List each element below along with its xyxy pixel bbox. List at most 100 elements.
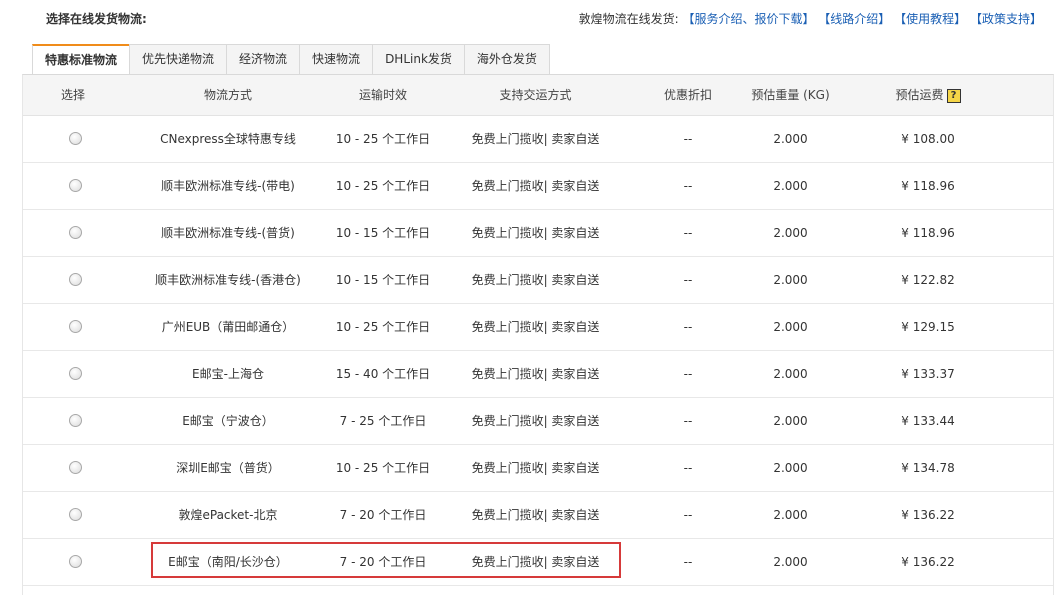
service-intro-link[interactable]: 【服务介绍、报价下载】 [682, 12, 814, 26]
links-prefix: 敦煌物流在线发货: [578, 12, 679, 26]
tab-economy-logistics[interactable]: 经济物流 [226, 44, 301, 74]
weight-cell: 2.000 [773, 414, 808, 428]
discount-cell: -- [683, 367, 693, 381]
help-icon[interactable]: ? [946, 88, 961, 103]
time-cell: 10 - 25 个工作日 [335, 320, 431, 334]
discount-cell: -- [683, 179, 693, 193]
tab-dhlink[interactable]: DHLink发货 [372, 44, 465, 74]
handover-cell: 免费上门揽收| 卖家自送 [471, 132, 600, 146]
policy-support-link[interactable]: 【政策支持】 [970, 12, 1042, 26]
fee-cell: ¥ 129.15 [901, 320, 955, 334]
route-intro-link[interactable]: 【线路介绍】 [818, 12, 890, 26]
section-title: 选择在线发货物流: [46, 12, 147, 26]
select-radio[interactable] [69, 273, 82, 286]
select-radio[interactable] [69, 320, 82, 333]
method-cell: E邮宝（南阳/长沙仓） [168, 555, 288, 569]
discount-cell: -- [683, 226, 693, 240]
select-radio[interactable] [69, 508, 82, 521]
table-row[interactable]: 顺丰欧洲标准专线-(带电) 10 - 25 个工作日 免费上门揽收| 卖家自送 -- 2… [23, 163, 1053, 210]
time-cell: 10 - 25 个工作日 [335, 132, 431, 146]
weight-cell: 2.000 [773, 367, 808, 381]
handover-cell: 免费上门揽收| 卖家自送 [471, 226, 600, 240]
select-radio[interactable] [69, 555, 82, 568]
table-row[interactable]: E邮宝（宁波仓） 7 - 25 个工作日 免费上门揽收| 卖家自送 -- 2.000 ¥ … [23, 398, 1053, 445]
fee-cell: ¥ 134.78 [901, 461, 955, 475]
method-cell: E邮宝-上海仓 [192, 367, 264, 381]
method-cell: 顺丰欧洲标准专线-(香港仓) [155, 273, 301, 287]
method-cell: CNexpress全球特惠专线 [160, 132, 296, 146]
col-fee: 预估运费? [843, 75, 1013, 115]
logistics-links-bar: 敦煌物流在线发货: 【服务介绍、报价下载】 【线路介绍】 【使用教程】 【政策支… [579, 10, 1042, 27]
method-cell: 顺丰欧洲标准专线-(普货) [161, 226, 295, 240]
time-cell: 7 - 20 个工作日 [339, 555, 427, 569]
fee-cell: ¥ 118.96 [901, 226, 955, 240]
tab-standard-logistics[interactable]: 特惠标准物流 [32, 44, 131, 76]
time-cell: 10 - 25 个工作日 [335, 179, 431, 193]
table-row[interactable]: E邮宝-上海仓 15 - 40 个工作日 免费上门揽收| 卖家自送 -- 2.000 ¥ … [23, 351, 1053, 398]
col-select: 选择 [60, 88, 85, 102]
time-cell: 10 - 25 个工作日 [335, 461, 431, 475]
tutorial-link[interactable]: 【使用教程】 [894, 12, 966, 26]
handover-cell: 免费上门揽收| 卖家自送 [471, 320, 600, 334]
select-radio[interactable] [69, 367, 82, 380]
fee-cell: ¥ 133.44 [901, 414, 955, 428]
tab-priority-express[interactable]: 优先快递物流 [129, 44, 228, 74]
table-row[interactable]: 顺丰欧洲标准专线-(香港仓) 10 - 15 个工作日 免费上门揽收| 卖家自送 --… [23, 257, 1053, 304]
handover-cell: 免费上门揽收| 卖家自送 [471, 367, 600, 381]
weight-cell: 2.000 [773, 508, 808, 522]
weight-cell: 2.000 [773, 461, 808, 475]
discount-cell: -- [683, 273, 693, 287]
top-bar: 选择在线发货物流: 敦煌物流在线发货: 【服务介绍、报价下载】 【线路介绍】 【… [0, 0, 1060, 36]
handover-cell: 免费上门揽收| 卖家自送 [471, 461, 600, 475]
table-header: 选择 物流方式 运输时效 支持交运方式 优惠折扣 预估重量 (KG) 预估运费? [23, 75, 1053, 116]
select-radio[interactable] [69, 132, 82, 145]
time-cell: 15 - 40 个工作日 [335, 367, 431, 381]
time-cell: 10 - 15 个工作日 [335, 273, 431, 287]
weight-cell: 2.000 [773, 179, 808, 193]
discount-cell: -- [683, 461, 693, 475]
weight-cell: 2.000 [773, 132, 808, 146]
handover-cell: 免费上门揽收| 卖家自送 [471, 555, 600, 569]
weight-cell: 2.000 [773, 226, 808, 240]
col-weight: 预估重量 (KG) [751, 88, 830, 102]
col-handover: 支持交运方式 [499, 88, 572, 102]
select-radio[interactable] [69, 226, 82, 239]
fee-cell: ¥ 136.22 [901, 555, 955, 569]
select-radio[interactable] [69, 179, 82, 192]
table-row[interactable]: E邮宝（南阳/长沙仓） 7 - 20 个工作日 免费上门揽收| 卖家自送 -- 2.00… [23, 539, 1053, 586]
tab-overseas-warehouse[interactable]: 海外仓发货 [463, 44, 550, 74]
method-cell: 广州EUB（莆田邮通仓） [161, 320, 295, 334]
fee-cell: ¥ 122.82 [901, 273, 955, 287]
weight-cell: 2.000 [773, 273, 808, 287]
method-cell: 敦煌ePacket-北京 [178, 508, 278, 522]
col-method: 物流方式 [203, 88, 252, 102]
col-discount: 优惠折扣 [663, 88, 712, 102]
select-radio[interactable] [69, 461, 82, 474]
discount-cell: -- [683, 320, 693, 334]
table-row[interactable]: 广州EUB（莆田邮通仓） 10 - 25 个工作日 免费上门揽收| 卖家自送 -- 2.… [23, 304, 1053, 351]
method-cell: 顺丰欧洲标准专线-(带电) [161, 179, 295, 193]
discount-cell: -- [683, 555, 693, 569]
col-time: 运输时效 [358, 88, 407, 102]
weight-cell: 2.000 [773, 555, 808, 569]
logistics-tabs: 特惠标准物流 优先快递物流 经济物流 快速物流 DHLink发货 海外仓发货 [32, 44, 550, 76]
tab-fast-logistics[interactable]: 快速物流 [299, 44, 374, 74]
logistics-table: 选择 物流方式 运输时效 支持交运方式 优惠折扣 预估重量 (KG) 预估运费?… [22, 74, 1054, 595]
discount-cell: -- [683, 414, 693, 428]
table-row[interactable]: 深圳E邮宝（普货） 10 - 25 个工作日 免费上门揽收| 卖家自送 -- 2.000… [23, 445, 1053, 492]
col-fee-label: 预估运费 [895, 88, 944, 102]
handover-cell: 免费上门揽收| 卖家自送 [471, 179, 600, 193]
handover-cell: 免费上门揽收| 卖家自送 [471, 273, 600, 287]
table-row[interactable]: 敦煌ePacket-北京 7 - 20 个工作日 免费上门揽收| 卖家自送 -- 2.0… [23, 492, 1053, 539]
table-row[interactable]: CNexpress全球特惠专线 10 - 25 个工作日 免费上门揽收| 卖家自送 -… [23, 116, 1053, 163]
time-cell: 10 - 15 个工作日 [335, 226, 431, 240]
fee-cell: ¥ 133.37 [901, 367, 955, 381]
table-row[interactable]: 顺丰欧洲标准专线-(普货) 10 - 15 个工作日 免费上门揽收| 卖家自送 -- 2… [23, 210, 1053, 257]
method-cell: 深圳E邮宝（普货） [176, 461, 280, 475]
handover-cell: 免费上门揽收| 卖家自送 [471, 414, 600, 428]
fee-cell: ¥ 136.22 [901, 508, 955, 522]
time-cell: 7 - 20 个工作日 [339, 508, 427, 522]
fee-cell: ¥ 118.96 [901, 179, 955, 193]
select-radio[interactable] [69, 414, 82, 427]
time-cell: 7 - 25 个工作日 [339, 414, 427, 428]
